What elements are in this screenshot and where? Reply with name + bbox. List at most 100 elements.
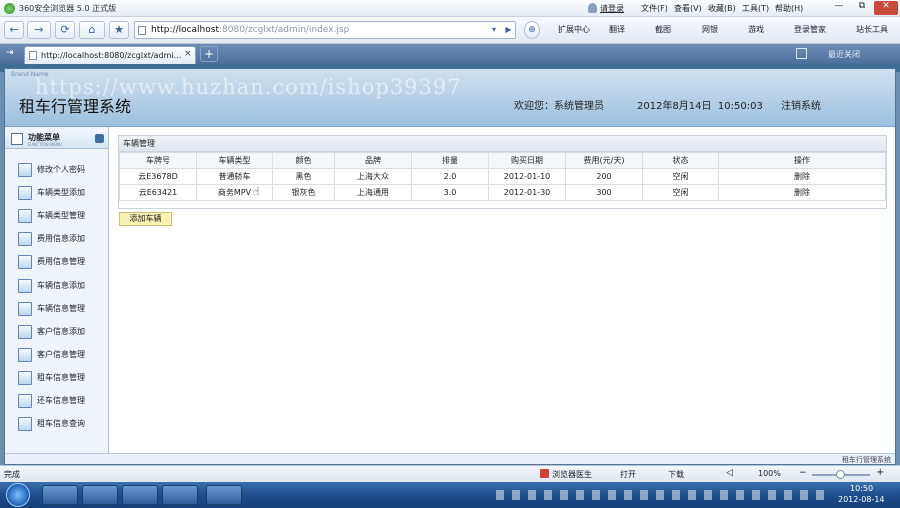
menu-item-icon (18, 417, 32, 431)
doctor-icon[interactable] (540, 469, 549, 478)
column-header: 状态 (642, 152, 719, 169)
tab-admin[interactable]: http://localhost:8080/zcglxt/admi... (24, 46, 196, 64)
toolbar-extensions[interactable]: 扩展中心 (558, 24, 590, 35)
maximize-button[interactable]: ⧉ (851, 1, 873, 15)
menu-item-customer-manage[interactable]: 客户信息管理 (15, 346, 101, 364)
tab-title: http://localhost:8080/zcglxt/admi... (41, 51, 182, 60)
menu-item-vehicle-type-add[interactable]: 车辆类型添加 (15, 184, 101, 202)
menu-item-vehicle-add[interactable]: 车辆信息添加 (15, 277, 101, 295)
menu-item-icon (18, 348, 32, 362)
menu-item-vehicle-type-manage[interactable]: 车辆类型管理 (15, 207, 101, 225)
back-button[interactable]: ← (4, 21, 24, 39)
menu-favorites[interactable]: 收藏(B) (708, 3, 736, 14)
new-tab-button[interactable]: + (200, 46, 218, 62)
menu-item-rental-query[interactable]: 租车信息查询 (15, 415, 101, 433)
menu-item-label: 客户信息管理 (37, 350, 85, 359)
taskbar-360-browser[interactable] (42, 485, 78, 505)
start-button[interactable] (6, 483, 30, 507)
zoom-in-button[interactable]: + (876, 467, 884, 478)
zoom-level[interactable]: 100% (758, 469, 781, 478)
table-cell: 黑色 (272, 168, 335, 185)
minimize-button[interactable]: — (828, 1, 850, 15)
table-cell: 上海通用 (334, 184, 412, 201)
taskbar-ie[interactable] (82, 485, 118, 505)
taskbar-eclipse[interactable] (122, 485, 158, 505)
sidebar: 功能菜单 FUNCTION MENU 修改个人密码 车辆类型添加 车辆类型管理 … (5, 127, 109, 453)
browser-doctor-link[interactable]: 浏览器医生 (552, 469, 592, 480)
refresh-button[interactable]: ⟳ (55, 21, 75, 39)
menu-item-icon (18, 394, 32, 408)
menu-item-label: 租车信息查询 (37, 419, 85, 428)
add-vehicle-button[interactable]: 添加车辆 (119, 212, 172, 226)
menu-item-icon (18, 186, 32, 200)
column-header: 排量 (411, 152, 489, 169)
menu-file[interactable]: 文件(F) (641, 3, 668, 14)
toolbar-games[interactable]: 游戏 (748, 24, 764, 35)
menu-view[interactable]: 查看(V) (674, 3, 702, 14)
open-link[interactable]: 打开 (620, 469, 636, 480)
menu-item-label: 费用信息添加 (37, 234, 85, 243)
address-dropdown[interactable]: ▾ (488, 22, 500, 38)
download-link[interactable]: 下载 (668, 469, 684, 480)
toolbar-login-manager[interactable]: 登录管家 (794, 24, 826, 35)
clock-time: 10:50 (850, 484, 874, 493)
zoom-slider-handle[interactable] (836, 470, 845, 479)
menu-item-change-password[interactable]: 修改个人密码 (15, 161, 101, 179)
address-host: http://localhost (151, 25, 219, 35)
column-header: 费用(元/天) (565, 152, 643, 169)
login-link[interactable]: 请登录 (600, 3, 624, 14)
menu-item-icon (18, 163, 32, 177)
menu-item-vehicle-manage[interactable]: 车辆信息管理 (15, 300, 101, 318)
zoom-slider[interactable] (812, 470, 870, 479)
table-row: 云E3678D 普通轿车 黑色 上海大众 2.0 2012-01-10 200 … (119, 168, 886, 185)
taskbar-folder[interactable] (206, 485, 242, 505)
address-bar[interactable]: http://localhost:8080/zcglxt/admin/index… (134, 21, 516, 39)
forward-button[interactable]: → (27, 21, 51, 39)
menu-item-icon (18, 209, 32, 223)
menu-item-label: 租车信息管理 (37, 373, 85, 382)
close-button[interactable]: ✕ (874, 1, 898, 15)
menu-item-return-manage[interactable]: 还车信息管理 (15, 392, 101, 410)
menu-item-label: 车辆信息管理 (37, 304, 85, 313)
toolbar-bank[interactable]: 网银 (702, 24, 718, 35)
menu-item-label: 费用信息管理 (37, 257, 85, 266)
collapse-icon[interactable] (95, 134, 104, 143)
menu-item-icon (18, 255, 32, 269)
tab-close-icon[interactable]: × (184, 49, 192, 59)
footer-text: 租车行管理系统 (842, 456, 891, 464)
menu-help[interactable]: 帮助(H) (775, 3, 803, 14)
delete-link[interactable]: 删除 (718, 168, 886, 185)
menu-item-label: 车辆类型管理 (37, 211, 85, 220)
delete-link[interactable]: 删除 (718, 184, 886, 201)
home-button[interactable]: ⌂ (79, 21, 105, 39)
column-header: 购买日期 (488, 152, 566, 169)
menu-item-fee-manage[interactable]: 费用信息管理 (15, 253, 101, 271)
zoom-out-button[interactable]: − (799, 468, 807, 478)
table-cell: 2012-01-10 (488, 168, 566, 185)
menu-item-customer-add[interactable]: 客户信息添加 (15, 323, 101, 341)
menu-item-label: 车辆信息添加 (37, 281, 85, 290)
toolbar-screenshot[interactable]: 截图 (655, 24, 671, 35)
table-cell: 商务MPV (196, 184, 273, 201)
menu-item-label: 车辆类型添加 (37, 188, 85, 197)
go-button[interactable]: ▶ (502, 22, 515, 38)
shield-icon[interactable]: ⊕ (524, 21, 540, 39)
toolbar-translate[interactable]: 翻译 (609, 24, 625, 35)
menu-item-rental-manage[interactable]: 租车信息管理 (15, 369, 101, 387)
favorite-button[interactable]: ★ (109, 21, 129, 39)
menu-tools[interactable]: 工具(T) (742, 3, 769, 14)
table-cell: 云E3678D (119, 168, 197, 185)
menu-item-fee-add[interactable]: 费用信息添加 (15, 230, 101, 248)
tray-icons[interactable] (496, 490, 826, 500)
sidebar-toggle-icon[interactable]: ⇥ (6, 48, 14, 58)
taskbar-toolbox[interactable] (162, 485, 198, 505)
table-cell: 空闲 (642, 184, 719, 201)
sound-icon[interactable]: ◁ (726, 468, 733, 478)
recently-closed-link[interactable]: 最近关闭 (828, 49, 860, 60)
toolbar-webmaster[interactable]: 站长工具 (856, 24, 888, 35)
logout-link[interactable]: 注销系统 (781, 97, 821, 112)
layout-icon[interactable] (796, 48, 807, 59)
clock-date: 2012-08-14 (838, 495, 885, 504)
table-cell: 300 (565, 184, 643, 201)
panel-title: 车辆管理 (123, 139, 155, 148)
